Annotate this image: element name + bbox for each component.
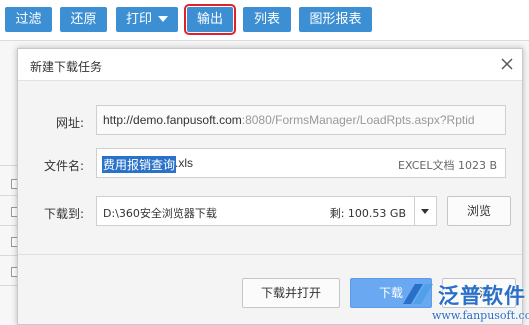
filename-extension: .xls (175, 156, 193, 170)
filename-input[interactable]: 费用报销查询 .xls EXCEL文档 1023 B (96, 148, 506, 178)
chevron-down-icon (158, 15, 168, 22)
list-view-button[interactable]: 列表 (243, 7, 291, 32)
save-path-dropdown[interactable] (414, 197, 436, 225)
dialog-titlebar: 新建下载任务 (18, 49, 522, 81)
print-dropdown-button[interactable]: 打印 (116, 7, 178, 32)
url-value: http://demo.fanpusoft.com:8080/FormsMana… (103, 113, 475, 127)
table-row-divider (0, 195, 18, 196)
logo-icon (403, 284, 433, 304)
report-toolbar: 过滤 还原 打印 输出 列表 图形报表 (0, 0, 529, 40)
download-and-open-button[interactable]: 下载并打开 (242, 278, 340, 308)
url-path: :8080/FormsManager/LoadRpts.aspx?Rptid (241, 113, 475, 127)
logo-url-text: www.fanpusoft.com (432, 309, 529, 322)
close-icon[interactable] (498, 55, 516, 73)
print-label: 打印 (125, 12, 152, 27)
fanpusoft-watermark-logo: 泛普软件 www.fanpusoft.com (395, 276, 529, 325)
restore-button[interactable]: 还原 (60, 7, 107, 32)
file-type-size: EXCEL文档 1023 B (398, 159, 497, 172)
filename-selected-text: 费用报销查询 (102, 156, 177, 173)
url-host: http://demo.fanpusoft.com (103, 113, 242, 127)
url-label: 网址: (55, 116, 84, 130)
table-row-divider (0, 255, 18, 256)
browse-button[interactable]: 浏览 (447, 196, 511, 226)
filter-button[interactable]: 过滤 (5, 7, 52, 32)
export-button[interactable]: 输出 (184, 4, 236, 35)
dialog-divider (18, 254, 522, 255)
filename-label: 文件名: (43, 159, 84, 173)
table-row-divider (0, 165, 18, 166)
chart-report-button[interactable]: 图形报表 (299, 7, 372, 32)
url-field: http://demo.fanpusoft.com:8080/FormsMana… (96, 105, 506, 135)
free-space-text: 剩: 100.53 GB (329, 207, 406, 220)
table-row-divider (0, 225, 18, 226)
save-path-value: D:\360安全浏览器下载 (103, 207, 217, 220)
save-to-label: 下载到: (43, 207, 84, 221)
save-path-select[interactable]: D:\360安全浏览器下载 剩: 100.53 GB (96, 196, 437, 226)
table-row-divider (0, 285, 18, 286)
dialog-title: 新建下载任务 (30, 60, 103, 74)
logo-brand-text: 泛普软件 (438, 284, 526, 308)
chevron-down-icon (421, 209, 429, 214)
